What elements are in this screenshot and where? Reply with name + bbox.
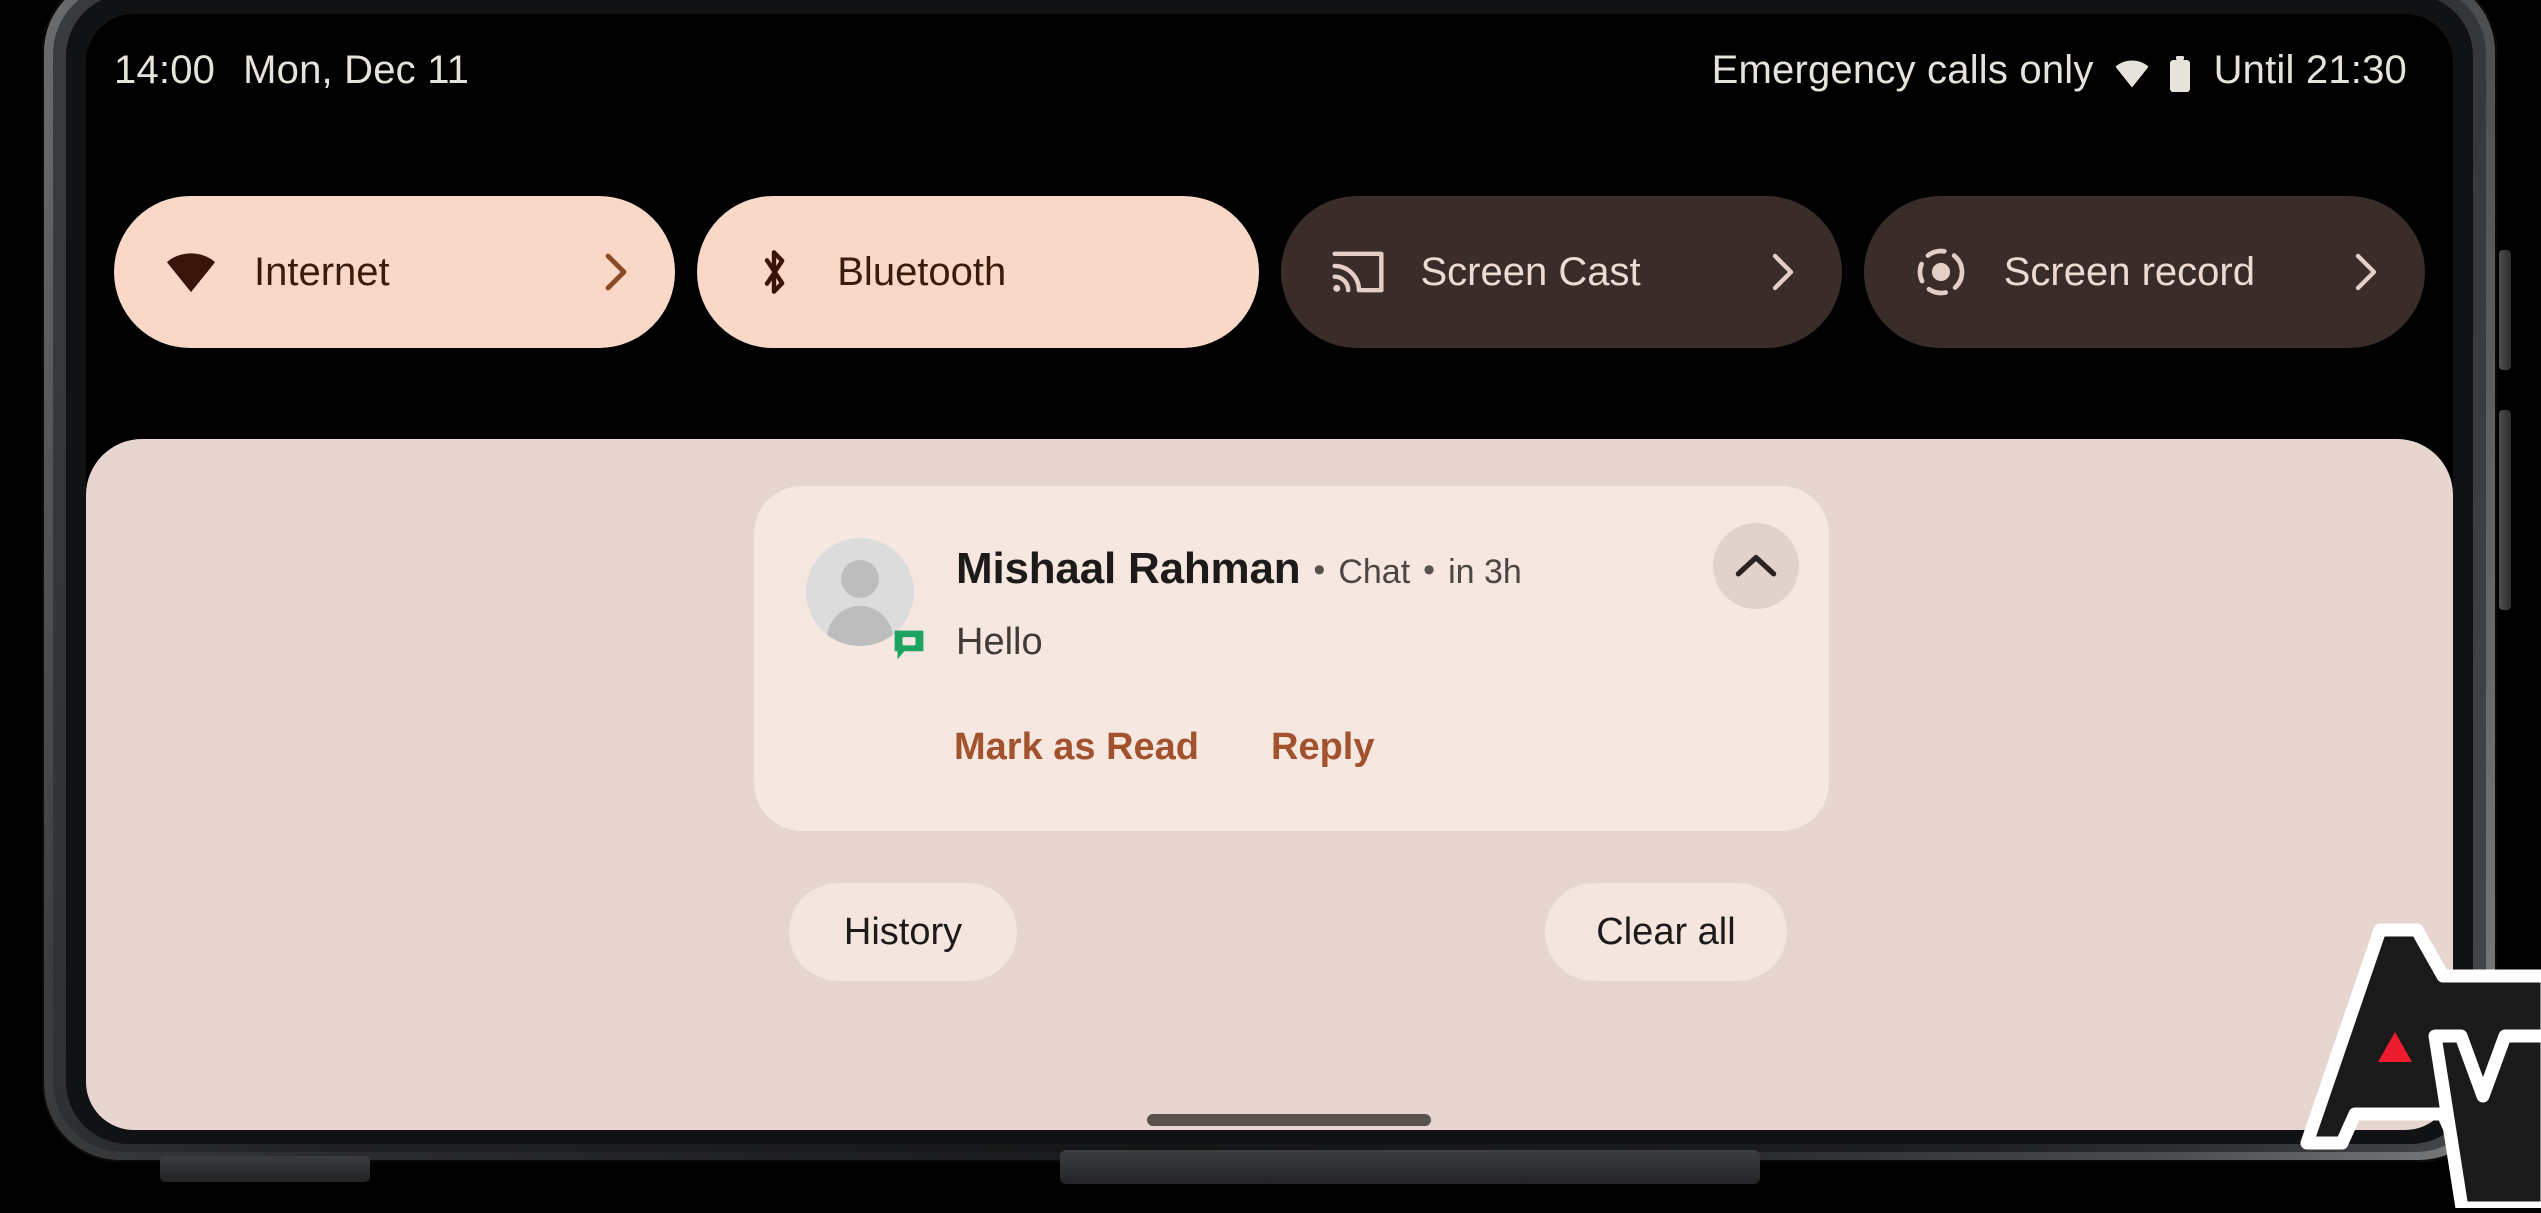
notification-collapse-button[interactable]: [1713, 523, 1799, 609]
notification-separator-2: •: [1423, 551, 1436, 589]
notification-header: Mishaal Rahman • Chat • in 3h: [956, 544, 1522, 594]
qs-tile-label: Screen Cast: [1420, 249, 1641, 294]
clear-all-button[interactable]: Clear all: [1545, 883, 1787, 981]
notification-separator-1: •: [1313, 551, 1326, 589]
home-gesture-bar[interactable]: [1147, 1114, 1431, 1126]
status-date: Mon, Dec 11: [243, 47, 470, 92]
quick-settings-tile-row: Internet Bluetooth Screen Cast Screen re…: [86, 196, 2453, 348]
notification-sender: Mishaal Rahman: [956, 544, 1301, 593]
chevron-up-icon: [1734, 550, 1778, 583]
messages-icon: [890, 626, 928, 664]
qs-tile-bluetooth[interactable]: Bluetooth: [697, 196, 1259, 348]
status-bar-left: 14:00 Mon, Dec 11: [114, 48, 469, 93]
status-bar-right: Emergency calls only Until 21:30: [1712, 48, 2407, 93]
status-clock: 14:00: [114, 47, 216, 92]
mark-as-read-button[interactable]: Mark as Read: [954, 726, 1199, 769]
wifi-icon: [2114, 56, 2150, 92]
phone-device-frame: 14:00 Mon, Dec 11 Emergency calls only U…: [0, 0, 2541, 1213]
notification-action-row: Mark as Read Reply: [954, 726, 1375, 769]
notification-card[interactable]: Mishaal Rahman • Chat • in 3h Hello Mark…: [754, 486, 1829, 831]
chevron-right-icon[interactable]: [1766, 252, 1800, 292]
battery-icon: [2168, 56, 2192, 92]
battery-estimate-label: Until 21:30: [2213, 47, 2407, 92]
qs-tile-label: Bluetooth: [837, 249, 1007, 294]
cast-icon: [1329, 243, 1387, 301]
notification-time: in 3h: [1448, 553, 1522, 591]
status-bar: 14:00 Mon, Dec 11 Emergency calls only U…: [86, 14, 2453, 126]
phone-bottom-port-detail: [160, 1156, 370, 1182]
phone-bottom-speaker-grill: [1060, 1150, 1760, 1184]
history-button[interactable]: History: [789, 883, 1017, 981]
qs-tile-screen-cast[interactable]: Screen Cast: [1280, 196, 1842, 348]
qs-tile-screen-record[interactable]: Screen record: [1863, 196, 2425, 348]
bluetooth-icon: [745, 243, 803, 301]
carrier-status-label: Emergency calls only: [1711, 47, 2094, 92]
qs-tile-internet[interactable]: Internet: [114, 196, 676, 348]
chevron-right-icon[interactable]: [2349, 252, 2383, 292]
notification-channel: Chat: [1338, 553, 1411, 591]
wifi-icon: [162, 243, 220, 301]
reply-button[interactable]: Reply: [1271, 726, 1374, 769]
screen-record-icon: [1912, 243, 1970, 301]
volume-button[interactable]: [2499, 410, 2511, 610]
qs-tile-label: Internet: [254, 249, 390, 294]
power-button[interactable]: [2499, 250, 2511, 370]
chevron-right-icon[interactable]: [599, 252, 633, 292]
qs-tile-label: Screen record: [2003, 249, 2255, 294]
notification-message: Hello: [956, 621, 1043, 663]
phone-screen: 14:00 Mon, Dec 11 Emergency calls only U…: [86, 14, 2453, 1130]
